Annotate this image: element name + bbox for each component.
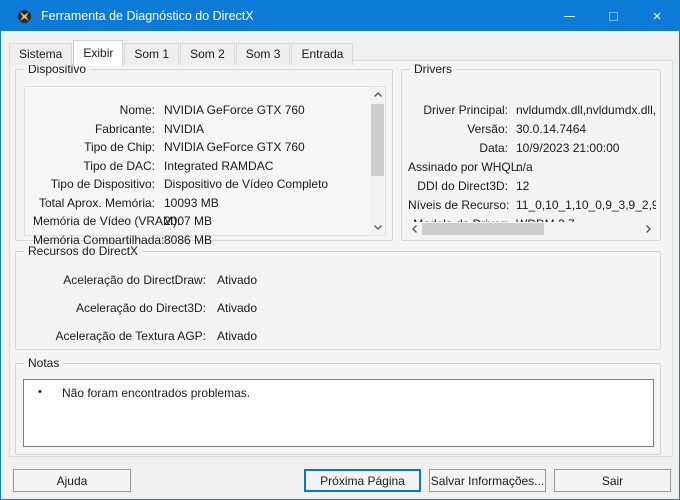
driver-rows: Driver Principal: nvldumdx.dll,nvldumdx.d… (408, 100, 656, 233)
field-value: 8086 MB (164, 232, 213, 247)
field-label: Data: (479, 140, 508, 155)
field-value: Ativado (217, 329, 258, 343)
field-label: Assinado por WHQL: (408, 159, 521, 174)
field-value: 12 (516, 178, 530, 193)
scrollbar-thumb[interactable] (371, 104, 384, 176)
field-value: nvldumdx.dll,nvldumdx.dll,nvldu (516, 102, 656, 117)
dxdiag-icon (17, 9, 32, 23)
device-scroll-panel: Nome: NVIDIA GeForce GTX 760 Fabricante: N… (24, 86, 386, 247)
exit-button[interactable]: Sair (554, 469, 671, 492)
device-row: Tipo de Dispositivo: Dispositivo de Vídeo… (33, 175, 363, 194)
field-value: Dispositivo de Vídeo Completo (164, 177, 329, 192)
device-row: Tipo de Chip: NVIDIA GeForce GTX 760 (33, 138, 363, 157)
field-label: Tipo de Dispositivo: (50, 177, 155, 192)
window-controls: × (547, 1, 679, 31)
notes-textbox[interactable]: • Não foram encontrados problemas. (23, 379, 654, 447)
feature-row: Aceleração do DirectDraw: Ativado (24, 266, 650, 294)
field-label: Aceleração do Direct3D: (75, 301, 206, 315)
tab-strip: Sistema Exibir Som 1 Som 2 Som 3 Entrada (9, 39, 354, 66)
driver-row: Assinado por WHQL: n/a (408, 157, 656, 176)
drivers-groupbox: Drivers Driver Principal: nvldumdx.dll,nv… (401, 62, 661, 241)
driver-row: Níveis de Recurso: 11_0,10_1,10_0,9_3,9_2… (408, 195, 656, 214)
chevron-left-icon[interactable] (407, 222, 421, 236)
feature-rows: Aceleração do DirectDraw: Ativado Acelera… (24, 266, 650, 350)
field-value: Ativado (217, 301, 258, 315)
field-value: NVIDIA (164, 121, 205, 136)
chevron-up-icon[interactable] (370, 87, 385, 102)
field-value: NVIDIA GeForce GTX 760 (164, 103, 305, 118)
device-groupbox: Dispositivo Nome: NVIDIA GeForce GTX 760 … (15, 62, 393, 247)
dxdiag-window: Ferramenta de Diagnóstico do DirectX × S… (0, 0, 680, 500)
tab-som2[interactable]: Som 2 (180, 43, 235, 65)
tab-exibir[interactable]: Exibir (73, 40, 124, 66)
close-icon[interactable]: × (635, 1, 679, 31)
field-label: Aceleração do DirectDraw: (63, 273, 206, 287)
field-value: 2007 MB (164, 214, 213, 229)
field-value: 11_0,10_1,10_0,9_3,9_2,9_1 (516, 197, 656, 212)
field-label: Tipo de Chip: (84, 140, 155, 155)
notes-text: Não foram encontrados problemas. (62, 386, 251, 400)
help-button[interactable]: Ajuda (13, 469, 131, 492)
field-label: Total Aprox. Memória: (38, 195, 155, 210)
field-label: Versão: (467, 121, 508, 136)
horizontal-scrollbar[interactable] (407, 222, 655, 236)
field-value: 10093 MB (164, 195, 219, 210)
vertical-scrollbar[interactable] (370, 87, 385, 235)
device-row: Memória de Vídeo (VRAM): 2007 MB (33, 212, 363, 231)
features-group-title: Recursos do DirectX (24, 244, 143, 258)
field-label: Tipo de DAC: (83, 158, 155, 173)
window-title: Ferramenta de Diagnóstico do DirectX (41, 9, 254, 23)
field-value: n/a (516, 159, 533, 174)
device-rows: Nome: NVIDIA GeForce GTX 760 Fabricante: N… (33, 101, 363, 249)
tab-som3[interactable]: Som 3 (235, 43, 291, 65)
driver-row: Data: 10/9/2023 21:00:00 (408, 138, 656, 157)
chevron-down-icon[interactable] (370, 220, 385, 235)
bullet: • (38, 386, 42, 398)
field-label: Aceleração de Textura AGP: (55, 329, 206, 343)
feature-row: Aceleração de Textura AGP: Ativado (24, 322, 650, 350)
field-value: 10/9/2023 21:00:00 (516, 140, 620, 155)
driver-row: Versão: 30.0.14.7464 (408, 119, 656, 138)
feature-row: Aceleração do Direct3D: Ativado (24, 294, 650, 322)
notes-groupbox: Notas • Não foram encontrados problemas. (15, 356, 661, 455)
field-value: NVIDIA GeForce GTX 760 (164, 140, 305, 155)
field-value: Integrated RAMDAC (164, 158, 274, 173)
device-row: Fabricante: NVIDIA (33, 120, 363, 139)
scrollbar-thumb[interactable] (422, 223, 544, 235)
notes-group-title: Notas (24, 356, 64, 370)
next-page-button[interactable]: Próxima Página (304, 469, 421, 492)
tab-entrada[interactable]: Entrada (291, 43, 354, 65)
field-label: Nome: (119, 103, 155, 118)
driver-row: Driver Principal: nvldumdx.dll,nvldumdx.d… (408, 100, 656, 119)
field-label: Fabricante: (94, 121, 155, 136)
field-label: Memória de Vídeo (VRAM): (33, 214, 181, 229)
drivers-group-title: Drivers (410, 62, 456, 76)
title-bar: Ferramenta de Diagnóstico do DirectX × (1, 1, 679, 31)
field-label: Driver Principal: (423, 102, 508, 117)
tab-sistema[interactable]: Sistema (9, 43, 73, 65)
device-row: Nome: NVIDIA GeForce GTX 760 (33, 101, 363, 120)
maximize-icon[interactable] (591, 1, 635, 31)
save-information-button[interactable]: Salvar Informações... (429, 469, 546, 492)
chevron-right-icon[interactable] (641, 222, 655, 236)
driver-row: DDI do Direct3D: 12 (408, 176, 656, 195)
directx-features-groupbox: Recursos do DirectX Aceleração do Direct… (15, 244, 661, 350)
field-value: Ativado (217, 273, 258, 287)
device-row: Total Aprox. Memória: 10093 MB (33, 194, 363, 213)
tab-som1[interactable]: Som 1 (124, 43, 180, 65)
minimize-icon[interactable] (547, 1, 591, 31)
field-value: 30.0.14.7464 (516, 121, 587, 136)
device-row: Tipo de DAC: Integrated RAMDAC (33, 157, 363, 176)
field-label: DDI do Direct3D: (417, 178, 508, 193)
field-label: Níveis de Recurso: (408, 197, 510, 212)
